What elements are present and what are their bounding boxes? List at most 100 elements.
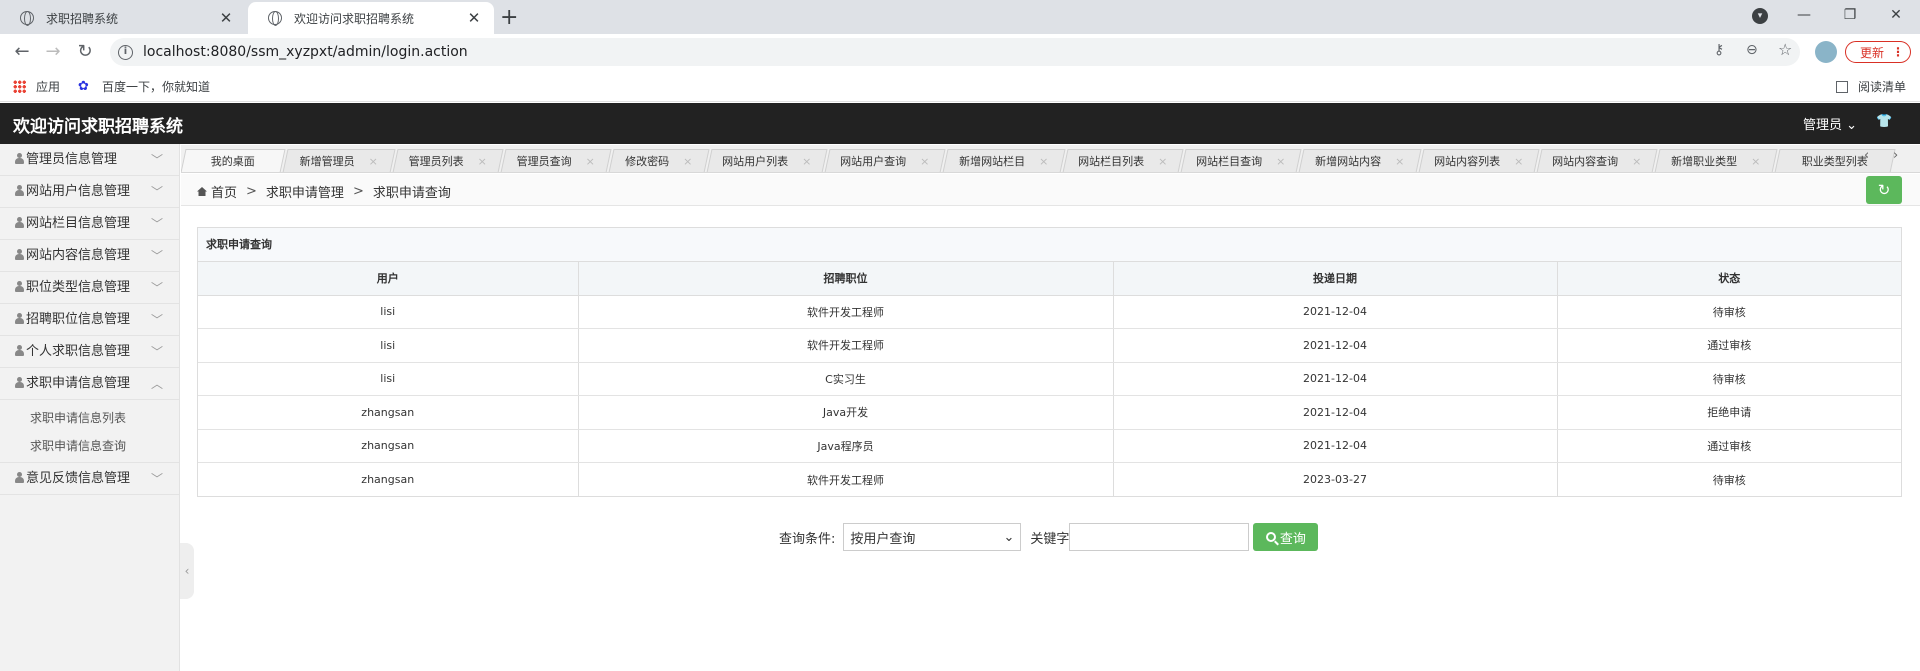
close-icon[interactable]: ×	[1632, 155, 1641, 168]
sidebar-item-applications[interactable]: 求职申请信息管理 ︿	[0, 368, 179, 400]
close-window-button[interactable]: ✕	[1873, 0, 1919, 30]
refresh-icon: ↻	[1877, 181, 1891, 199]
sidebar-item-site-columns[interactable]: 网站栏目信息管理 ﹀	[0, 208, 179, 240]
tab-label: 新增网站内容	[1315, 155, 1382, 168]
sidebar-item-site-users[interactable]: 网站用户信息管理 ﹀	[0, 176, 179, 208]
chevron-down-icon: ⌄	[1846, 118, 1858, 133]
condition-select[interactable]: 按用户查询 ⌄	[843, 523, 1022, 551]
table-row: lisi 软件开发工程师 2021-12-04 通过审核	[198, 328, 1901, 363]
tab-add-site-content[interactable]: 新增网站内容 ×	[1298, 149, 1422, 172]
profile-avatar[interactable]	[1815, 41, 1837, 63]
sidebar-item-positions[interactable]: 招聘职位信息管理 ﹀	[0, 304, 179, 336]
tab-add-job-type[interactable]: 新增职业类型 ×	[1654, 149, 1778, 172]
reload-icon[interactable]: ↻	[73, 40, 97, 64]
bookmark-baidu[interactable]: ✿ 百度一下，你就知道	[78, 78, 210, 95]
sidebar-item-feedback[interactable]: 意见反馈信息管理 ﹀	[0, 463, 179, 495]
close-icon[interactable]: ×	[1751, 155, 1760, 168]
sidebar-submenu: 求职申请信息列表 求职申请信息查询	[0, 400, 179, 463]
cell-position: 软件开发工程师	[578, 295, 1114, 329]
browser-tabstrip: 求职招聘系统 ✕ 欢迎访问求职招聘系统 ✕ + ▾ — ❐ ✕	[0, 0, 1920, 34]
omnibox[interactable]: i localhost:8080/ssm_xyzpxt/admin/login.…	[110, 38, 1800, 66]
sidebar-item-admin[interactable]: 管理员信息管理 ﹀	[0, 144, 179, 176]
close-icon[interactable]: ×	[802, 155, 811, 168]
tab-site-user-list[interactable]: 网站用户列表 ×	[706, 149, 828, 172]
cell-status: 拒绝申请	[1557, 395, 1901, 430]
restore-button[interactable]: ❐	[1827, 0, 1873, 30]
cell-user: zhangsan	[198, 462, 579, 496]
breadcrumb-level1[interactable]: 求职申请管理	[266, 182, 344, 201]
update-button[interactable]: 更新 ⋮	[1845, 41, 1911, 63]
breadcrumb-home[interactable]: 首页	[211, 182, 237, 201]
close-icon[interactable]: ×	[1158, 155, 1167, 168]
sidebar-collapse-handle[interactable]: ‹	[180, 543, 194, 599]
tab-admin-list[interactable]: 管理员列表 ×	[392, 149, 504, 172]
submenu-application-query[interactable]: 求职申请信息查询	[0, 432, 179, 460]
breadcrumb-separator: >	[352, 184, 364, 199]
tabs-scroll-left-icon[interactable]: ‹	[1864, 148, 1869, 163]
tab-admin-query[interactable]: 管理员查询 ×	[500, 149, 612, 172]
query-button[interactable]: 查询	[1253, 523, 1319, 551]
refresh-button[interactable]: ↻	[1866, 176, 1902, 204]
close-icon[interactable]: ×	[1514, 155, 1523, 168]
skin-icon[interactable]: 👕	[1876, 114, 1892, 129]
minimize-button[interactable]: —	[1781, 0, 1827, 30]
tab-add-admin[interactable]: 新增管理员 ×	[282, 149, 396, 172]
keyword-input[interactable]	[1069, 523, 1250, 551]
bookmark-apps[interactable]: 应用	[13, 78, 60, 95]
tab-add-site-column[interactable]: 新增网站栏目 ×	[942, 149, 1066, 172]
sidebar-item-label: 招聘职位信息管理	[26, 312, 131, 327]
close-icon[interactable]: ×	[586, 155, 595, 168]
tab-label: 职业类型列表	[1801, 155, 1868, 168]
close-icon[interactable]: ×	[369, 155, 378, 168]
close-tab-icon[interactable]: ✕	[466, 9, 482, 27]
url-text[interactable]: localhost:8080/ssm_xyzpxt/admin/login.ac…	[143, 44, 468, 60]
sidebar-item-job-types[interactable]: 职位类型信息管理 ﹀	[0, 272, 179, 304]
user-icon	[14, 281, 25, 292]
submenu-application-list[interactable]: 求职申请信息列表	[0, 404, 179, 432]
zoom-icon[interactable]: ⊖	[1746, 42, 1758, 58]
home-icon	[197, 187, 207, 196]
cell-date: 2021-12-04	[1113, 362, 1558, 396]
tab-change-password[interactable]: 修改密码 ×	[608, 149, 710, 172]
forward-icon[interactable]: →	[41, 40, 65, 64]
cell-status: 通过审核	[1557, 328, 1901, 363]
tab-label: 网站栏目列表	[1078, 155, 1145, 168]
cell-position: 软件开发工程师	[578, 328, 1114, 363]
close-icon[interactable]: ×	[1039, 155, 1048, 168]
table-row: zhangsan 软件开发工程师 2023-03-27 待审核	[198, 462, 1901, 496]
user-menu[interactable]: 管理员 ⌄	[1803, 114, 1857, 133]
close-tab-icon[interactable]: ✕	[218, 9, 234, 27]
reading-list-label: 阅读清单	[1858, 80, 1907, 94]
close-icon[interactable]: ×	[478, 155, 487, 168]
baidu-paw-icon: ✿	[78, 78, 89, 94]
tab-my-desktop[interactable]: 我的桌面	[181, 149, 286, 172]
sidebar-item-site-content[interactable]: 网站内容信息管理 ﹀	[0, 240, 179, 272]
browser-tab-1[interactable]: 求职招聘系统 ✕	[0, 2, 246, 34]
tab-job-type-list[interactable]: 职业类型列表	[1774, 149, 1896, 172]
tab-site-content-list[interactable]: 网站内容列表 ×	[1418, 149, 1540, 172]
back-icon[interactable]: ←	[10, 40, 34, 64]
sidebar-item-label: 管理员信息管理	[26, 152, 118, 167]
tabs-scroll-right-icon[interactable]: ›	[1893, 148, 1898, 163]
tab-site-column-query[interactable]: 网站栏目查询 ×	[1180, 149, 1302, 172]
tab-search-icon[interactable]: ▾	[1752, 8, 1768, 24]
condition-label: 查询条件:	[779, 531, 836, 547]
new-tab-button[interactable]: +	[500, 5, 518, 30]
globe-icon	[268, 11, 282, 26]
cell-date: 2021-12-04	[1113, 395, 1558, 430]
close-icon[interactable]: ×	[1395, 155, 1404, 168]
info-icon[interactable]: i	[118, 44, 133, 60]
tab-title: 欢迎访问求职招聘系统	[294, 11, 415, 26]
sidebar-item-resumes[interactable]: 个人求职信息管理 ﹀	[0, 336, 179, 368]
user-menu-label: 管理员	[1803, 118, 1843, 133]
tab-site-content-query[interactable]: 网站内容查询 ×	[1536, 149, 1658, 172]
bookmark-star-icon[interactable]: ☆	[1778, 40, 1792, 59]
close-icon[interactable]: ×	[683, 155, 692, 168]
reading-list[interactable]: 阅读清单	[1836, 78, 1906, 95]
tab-site-column-list[interactable]: 网站栏目列表 ×	[1062, 149, 1184, 172]
tab-site-user-query[interactable]: 网站用户查询 ×	[824, 149, 946, 172]
close-icon[interactable]: ×	[1276, 155, 1285, 168]
close-icon[interactable]: ×	[920, 155, 929, 168]
key-icon[interactable]: ⚷	[1714, 42, 1724, 58]
browser-tab-2[interactable]: 欢迎访问求职招聘系统 ✕	[248, 2, 494, 34]
